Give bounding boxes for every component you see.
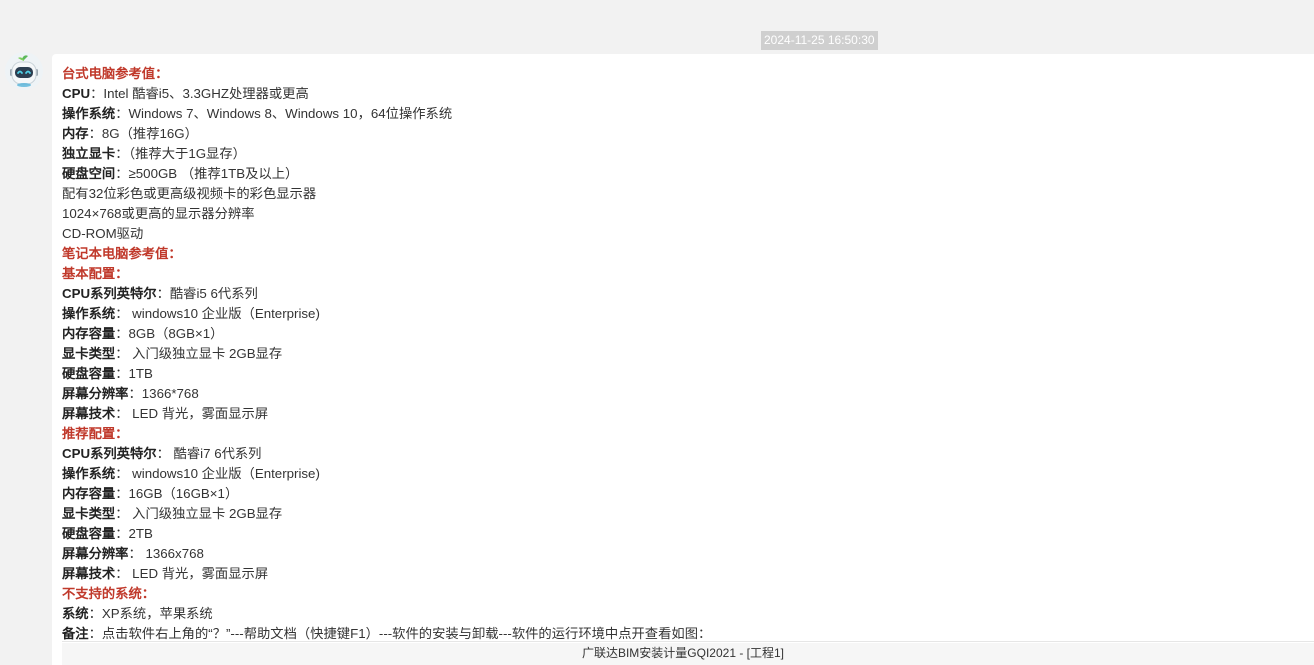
spec-line: 硬盘容量：1TB bbox=[62, 364, 1314, 384]
spec-value: ：8G（推荐16G） bbox=[88, 126, 198, 141]
spec-key: 备注 bbox=[62, 626, 89, 641]
text-line: 1024×768或更高的显示器分辨率 bbox=[62, 206, 255, 221]
spec-line: 系统：XP系统，苹果系统 bbox=[62, 604, 1314, 624]
text-line: CD-ROM驱动 bbox=[62, 226, 144, 241]
spec-key: 操作系统 bbox=[62, 306, 116, 321]
chat-page: 2024-11-25 16:50:30 台式电脑参考值： CPU：Intel 酷睿… bbox=[0, 0, 1314, 665]
section-heading: 推荐配置： bbox=[62, 426, 129, 441]
spec-line: 显卡类型： 入门级独立显卡 2GB显存 bbox=[62, 344, 1314, 364]
spec-line: 屏幕技术： LED 背光，雾面显示屏 bbox=[62, 564, 1314, 584]
spec-key: CPU bbox=[62, 86, 91, 101]
spec-value: ： LED 背光，雾面显示屏 bbox=[115, 406, 269, 421]
spec-key: 独立显卡 bbox=[62, 146, 116, 161]
spec-line: 操作系统： windows10 企业版（Enterprise) bbox=[62, 304, 1314, 324]
spec-line: 内存容量：16GB（16GB×1） bbox=[62, 484, 1314, 504]
spec-value: ： windows10 企业版（Enterprise) bbox=[115, 466, 320, 481]
spec-value: ：1366*768 bbox=[128, 386, 199, 401]
spec-line: CPU：Intel 酷睿i5、3.3GHZ处理器或更高 bbox=[62, 84, 1314, 104]
spec-value: ：≥500GB （推荐1TB及以上） bbox=[115, 166, 299, 181]
spec-value: ：8GB（8GB×1） bbox=[115, 326, 224, 341]
spec-value: ：Windows 7、Windows 8、Windows 10，64位操作系统 bbox=[115, 106, 453, 121]
spec-line: 操作系统： windows10 企业版（Enterprise) bbox=[62, 464, 1314, 484]
spec-key: 屏幕技术 bbox=[62, 406, 116, 421]
spec-value: ：16GB（16GB×1） bbox=[115, 486, 239, 501]
spec-key: 操作系统 bbox=[62, 466, 116, 481]
spec-key: 硬盘空间 bbox=[62, 166, 116, 181]
section-heading: 笔记本电脑参考值： bbox=[62, 246, 182, 261]
spec-value: ： 1366x768 bbox=[128, 546, 204, 561]
spec-line: 显卡类型： 入门级独立显卡 2GB显存 bbox=[62, 504, 1314, 524]
robot-avatar-svg bbox=[5, 52, 43, 90]
spec-line: 硬盘容量：2TB bbox=[62, 524, 1314, 544]
spec-value: ：2TB bbox=[115, 526, 153, 541]
spec-value: ： 入门级独立显卡 2GB显存 bbox=[115, 346, 283, 361]
spec-line: 硬盘空间：≥500GB （推荐1TB及以上） bbox=[62, 164, 1314, 184]
spec-key: 硬盘容量 bbox=[62, 366, 116, 381]
spec-line: 屏幕分辨率：1366*768 bbox=[62, 384, 1314, 404]
spec-key: 操作系统 bbox=[62, 106, 116, 121]
message-content: 台式电脑参考值： CPU：Intel 酷睿i5、3.3GHZ处理器或更高 操作系统：… bbox=[62, 64, 1314, 644]
text-line: 配有32位彩色或更高级视频卡的彩色显示器 bbox=[62, 186, 317, 201]
spec-line: 操作系统：Windows 7、Windows 8、Windows 10，64位操… bbox=[62, 104, 1314, 124]
spec-value: ：（推荐大于1G显存） bbox=[115, 146, 246, 161]
spec-value: ： LED 背光，雾面显示屏 bbox=[115, 566, 269, 581]
spec-key: 屏幕分辨率 bbox=[62, 386, 129, 401]
spec-line: CPU系列英特尔： 酷睿i7 6代系列 bbox=[62, 444, 1314, 464]
spec-value: ：点击软件右上角的“？”---帮助文档（快捷键F1）---软件的安装与卸载---… bbox=[88, 626, 712, 641]
section-heading: 不支持的系统： bbox=[62, 586, 156, 601]
spec-key: 内存 bbox=[62, 126, 89, 141]
spec-key: 内存容量 bbox=[62, 326, 116, 341]
spec-line: 屏幕分辨率： 1366x768 bbox=[62, 544, 1314, 564]
spec-key: 显卡类型 bbox=[62, 506, 116, 521]
section-heading: 基本配置： bbox=[62, 266, 129, 281]
spec-line: 内存容量：8GB（8GB×1） bbox=[62, 324, 1314, 344]
spec-value: ： 酷睿i7 6代系列 bbox=[156, 446, 262, 461]
spec-key: CPU系列英特尔 bbox=[62, 446, 157, 461]
embedded-screenshot-caption: 广联达BIM安装计量GQI2021 - [工程1] bbox=[581, 646, 785, 660]
spec-line: CPU系列英特尔：酷睿i5 6代系列 bbox=[62, 284, 1314, 304]
image-top-divider bbox=[62, 641, 1314, 642]
section-heading: 台式电脑参考值： bbox=[62, 66, 169, 81]
spec-key: 系统 bbox=[62, 606, 89, 621]
spec-line: 屏幕技术： LED 背光，雾面显示屏 bbox=[62, 404, 1314, 424]
spec-key: CPU系列英特尔 bbox=[62, 286, 157, 301]
spec-key: 内存容量 bbox=[62, 486, 116, 501]
spec-value: ：Intel 酷睿i5、3.3GHZ处理器或更高 bbox=[90, 86, 309, 101]
spec-key: 屏幕技术 bbox=[62, 566, 116, 581]
spec-value: ： 入门级独立显卡 2GB显存 bbox=[115, 506, 283, 521]
message-timestamp: 2024-11-25 16:50:30 bbox=[761, 31, 878, 50]
robot-icon[interactable] bbox=[5, 52, 43, 90]
spec-value: ：XP系统，苹果系统 bbox=[88, 606, 213, 621]
spec-value: ：酷睿i5 6代系列 bbox=[156, 286, 258, 301]
spec-key: 显卡类型 bbox=[62, 346, 116, 361]
spec-line: 内存：8G（推荐16G） bbox=[62, 124, 1314, 144]
message-bubble[interactable]: 台式电脑参考值： CPU：Intel 酷睿i5、3.3GHZ处理器或更高 操作系统：… bbox=[52, 54, 1314, 665]
spec-key: 屏幕分辨率 bbox=[62, 546, 129, 561]
spec-value: ：1TB bbox=[115, 366, 153, 381]
spec-line: 独立显卡：（推荐大于1G显存） bbox=[62, 144, 1314, 164]
spec-key: 硬盘容量 bbox=[62, 526, 116, 541]
spec-value: ： windows10 企业版（Enterprise) bbox=[115, 306, 320, 321]
